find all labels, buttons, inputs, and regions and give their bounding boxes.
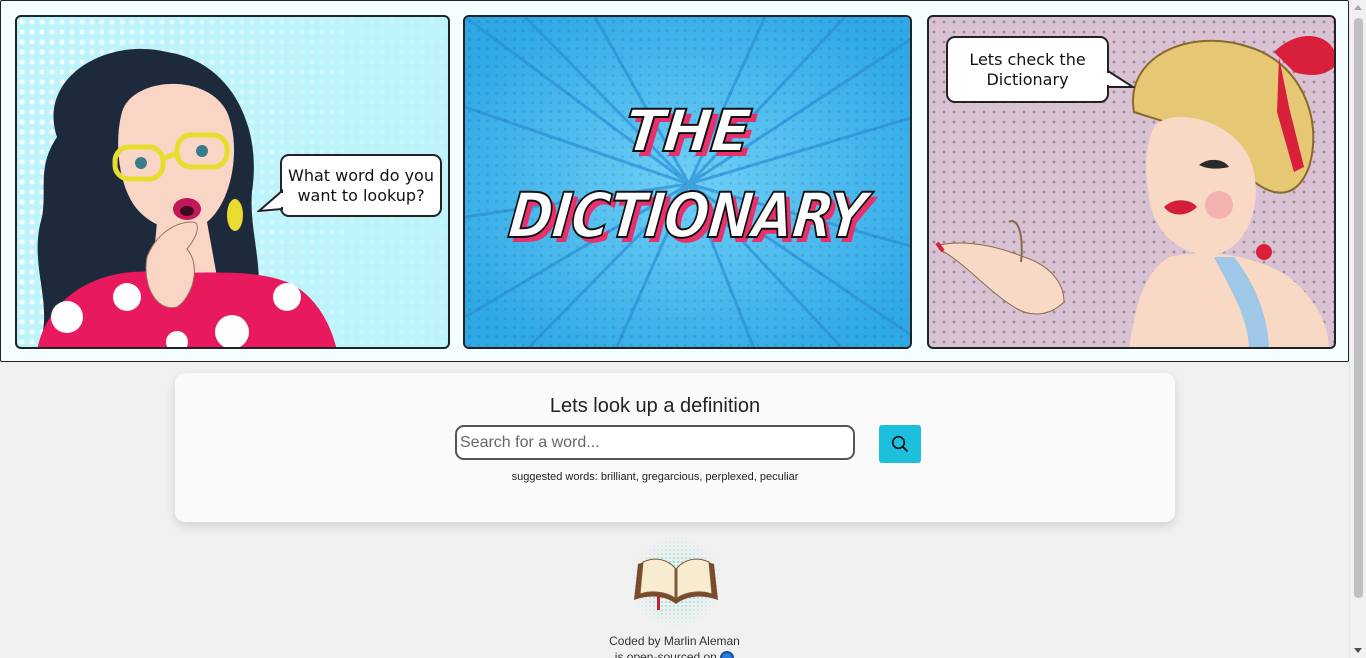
- comic-panel-woman-thinking: What word do you want to lookup?: [15, 15, 450, 349]
- search-button[interactable]: [879, 425, 921, 463]
- search-heading: Lets look up a definition: [549, 395, 761, 417]
- speech-bubble-question: What word do you want to lookup?: [280, 154, 442, 217]
- speech-bubble-answer-text: Lets check the Dictionary: [969, 50, 1086, 89]
- footer-credit: Coded by Marlin Aleman: [609, 634, 740, 648]
- speech-bubble-tail: [1106, 69, 1135, 88]
- search-input[interactable]: [455, 425, 855, 460]
- vertical-scrollbar[interactable]: [1349, 0, 1366, 658]
- footer-open-source: is open-sourced on: [0, 650, 1349, 658]
- comic-title-dictionary: DICTIONARY: [504, 178, 870, 253]
- speech-bubble-tail: [257, 189, 284, 213]
- footer-open-source-text: is open-sourced on: [614, 650, 717, 658]
- github-icon[interactable]: [720, 650, 735, 658]
- speech-bubble-answer: Lets check the Dictionary: [946, 36, 1109, 103]
- open-book-icon: [630, 536, 722, 628]
- speech-bubble-question-text: What word do you want to lookup?: [288, 166, 434, 205]
- comic-panel-title: THE DICTIONARY: [463, 15, 912, 349]
- comic-title-the: THE: [621, 96, 755, 166]
- search-card: Lets look up a definition suggested word…: [175, 373, 1175, 522]
- suggested-words: suggested words: brilliant, gregarcious,…: [511, 471, 799, 483]
- comic-panel-woman-pointing: Lets check the Dictionary: [927, 15, 1336, 349]
- scroll-up-arrow-icon[interactable]: [1354, 5, 1362, 10]
- search-icon: [891, 435, 909, 453]
- scroll-down-arrow-icon[interactable]: [1354, 648, 1362, 653]
- scrollbar-thumb[interactable]: [1354, 18, 1363, 598]
- comic-header: What word do you want to lookup? THE DIC…: [0, 0, 1349, 362]
